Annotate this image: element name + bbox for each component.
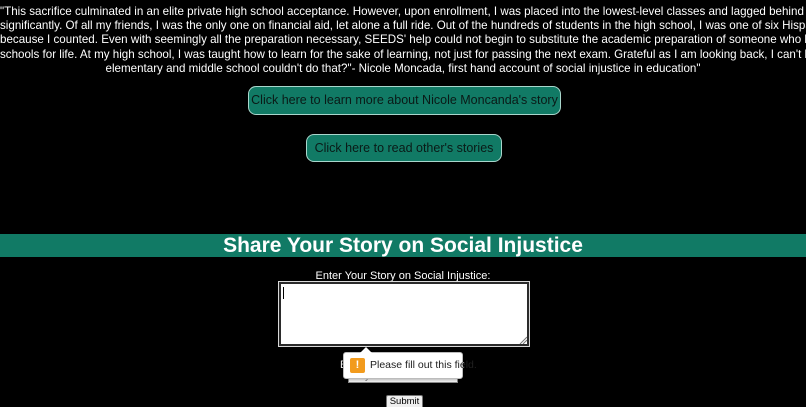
warning-icon: ! [350, 358, 365, 373]
quote-line: significantly. Of all my friends, I was … [0, 19, 806, 33]
submit-button[interactable]: Submit [386, 395, 423, 407]
learn-more-button[interactable]: Click here to learn more about Nicole Mo… [248, 86, 561, 115]
quote-line: schools for life. At my high school, I w… [0, 47, 806, 61]
share-story-heading: Share Your Story on Social Injustice [0, 234, 806, 257]
read-stories-button[interactable]: Click here to read other's stories [306, 134, 502, 162]
resize-grip-icon[interactable] [519, 336, 527, 344]
story-quote: "This sacrifice culminated in an elite p… [0, 5, 806, 76]
tooltip-arrow [360, 347, 372, 353]
validation-tooltip: ! Please fill out this field. [343, 347, 477, 379]
quote-line: elementary and middle school couldn't do… [105, 61, 701, 75]
page: "This sacrifice culminated in an elite p… [0, 0, 806, 407]
validation-message: Please fill out this field. [370, 359, 477, 371]
quote-line: because I counted. Even with seemingly a… [0, 33, 806, 47]
story-textarea[interactable] [278, 281, 530, 347]
quote-line: "This sacrifice culminated in an elite p… [0, 5, 806, 18]
text-caret [283, 287, 284, 299]
